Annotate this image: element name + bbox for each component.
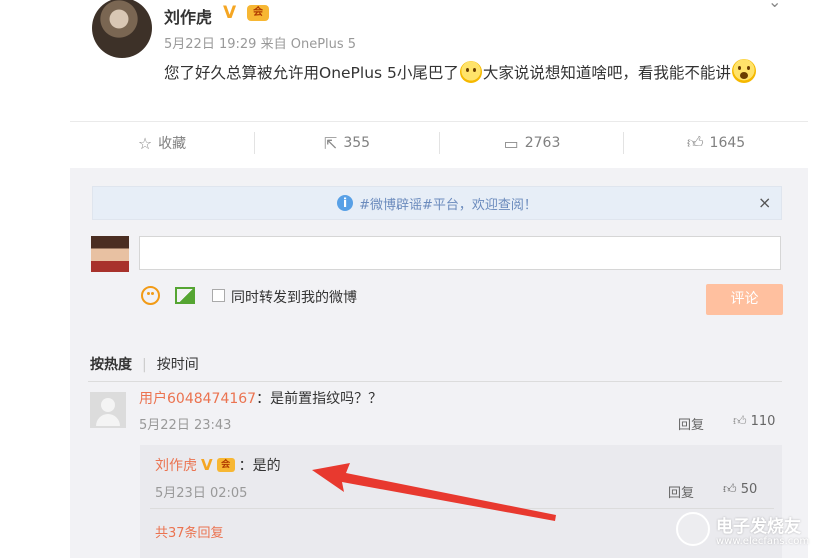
arrow-shape: [312, 463, 556, 521]
annotation-arrow: [312, 463, 556, 521]
watermark-logo-icon: [676, 512, 710, 546]
watermark-name: 电子发烧友: [716, 517, 801, 537]
watermark-url: www.elecfans.com: [716, 536, 810, 547]
watermark: 电子发烧友 www.elecfans.com: [676, 508, 812, 554]
